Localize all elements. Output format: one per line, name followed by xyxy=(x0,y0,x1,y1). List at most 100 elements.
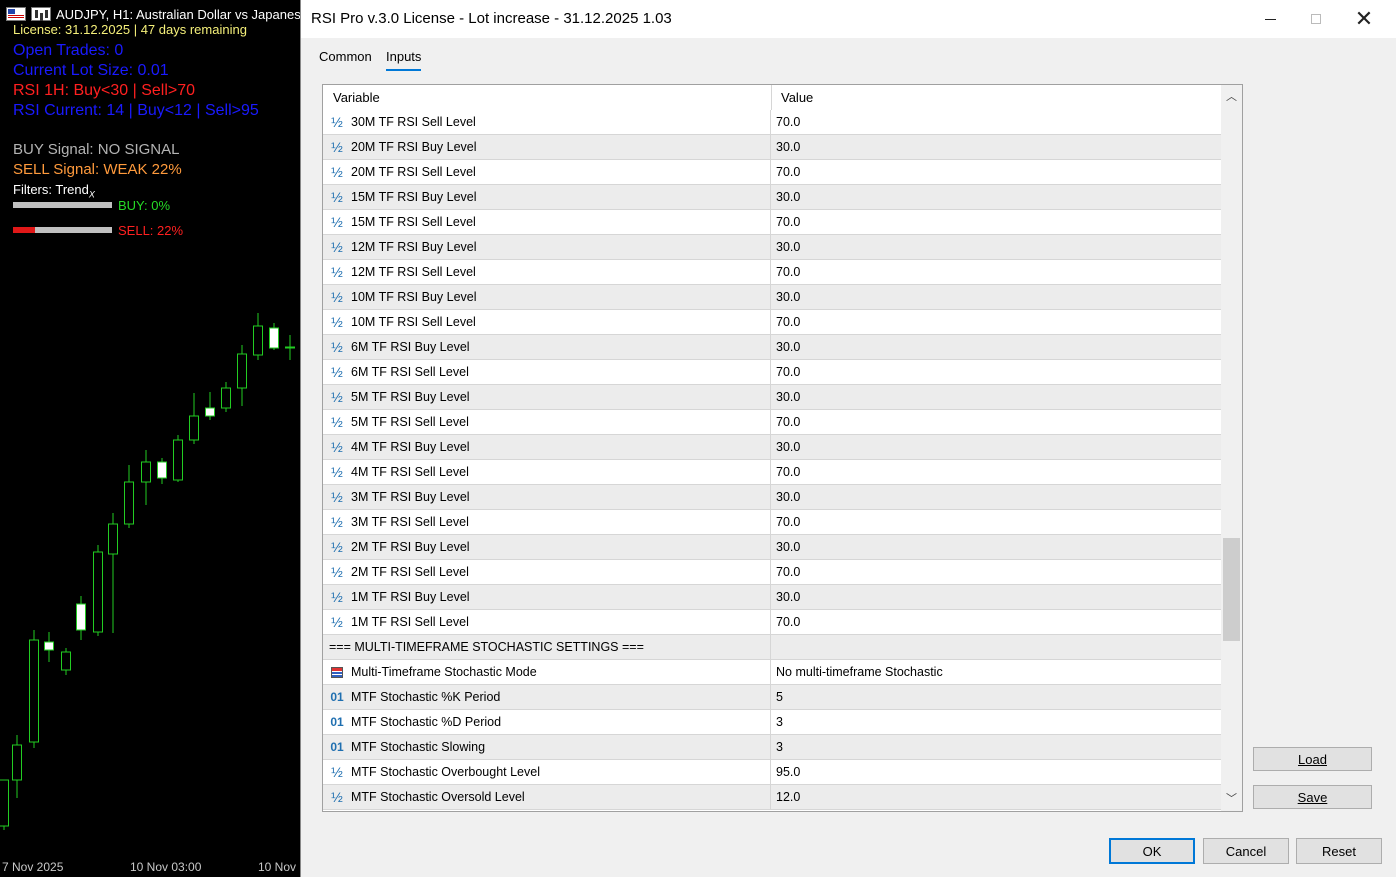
value-cell[interactable]: 3 xyxy=(771,710,1221,734)
price-chart[interactable]: AUDJPY, H1: Australian Dollar vs Japanes… xyxy=(0,0,300,877)
table-row[interactable]: ½ 5M TF RSI Buy Level 30.0 xyxy=(323,385,1221,410)
value-cell[interactable]: 70.0 xyxy=(771,610,1221,634)
table-row[interactable]: ½ 1M TF RSI Buy Level 30.0 xyxy=(323,585,1221,610)
variable-name: === MULTI-TIMEFRAME STOCHASTIC SETTINGS … xyxy=(329,640,644,654)
save-button[interactable]: Save xyxy=(1253,785,1372,809)
double-type-icon: ½ xyxy=(331,789,343,805)
table-row[interactable]: ½ 20M TF RSI Buy Level 30.0 xyxy=(323,135,1221,160)
value-cell[interactable]: 70.0 xyxy=(771,510,1221,534)
value-cell[interactable]: 70.0 xyxy=(771,160,1221,184)
load-button-label: Load xyxy=(1298,751,1327,767)
title-bar[interactable]: RSI Pro v.3.0 License - Lot increase - 3… xyxy=(301,0,1396,38)
filters-label: Filters: Trend xyxy=(13,182,89,197)
variable-name: 12M TF RSI Buy Level xyxy=(351,240,477,254)
variable-cell: ½ 15M TF RSI Buy Level xyxy=(323,185,771,209)
vertical-scrollbar[interactable]: ︿ ﹀ xyxy=(1221,85,1242,811)
table-row[interactable]: ½ 10M TF RSI Buy Level 30.0 xyxy=(323,285,1221,310)
table-row[interactable]: ½ 6M TF RSI Buy Level 30.0 xyxy=(323,335,1221,360)
table-row[interactable]: Multi-Timeframe Stochastic Mode No multi-… xyxy=(323,660,1221,685)
table-row[interactable]: ½ 2M TF RSI Buy Level 30.0 xyxy=(323,535,1221,560)
variable-cell: ½ 10M TF RSI Sell Level xyxy=(323,310,771,334)
variable-cell: 01 MTF Stochastic Slowing xyxy=(323,735,771,759)
table-row[interactable]: ½ 10M TF RSI Sell Level 70.0 xyxy=(323,310,1221,335)
save-button-label: Save xyxy=(1297,789,1328,805)
double-type-icon: ½ xyxy=(331,764,343,780)
rsi-1h-text: RSI 1H: Buy<30 | Sell>70 xyxy=(13,82,196,99)
table-row[interactable]: 01 MTF Stochastic %D Period 3 xyxy=(323,710,1221,735)
value-cell[interactable]: 70.0 xyxy=(771,110,1221,134)
column-divider[interactable] xyxy=(771,85,772,110)
inputs-table[interactable]: Variable Value ½ 30M TF RSI Sell Level 70.… xyxy=(322,84,1243,812)
enum-type-icon xyxy=(331,666,343,678)
table-row[interactable]: ½ 3M TF RSI Buy Level 30.0 xyxy=(323,485,1221,510)
table-row[interactable]: ½ 15M TF RSI Sell Level 70.0 xyxy=(323,210,1221,235)
scroll-up-icon[interactable]: ︿ xyxy=(1221,87,1242,107)
variable-name: 6M TF RSI Sell Level xyxy=(351,365,469,379)
value-cell[interactable]: No multi-timeframe Stochastic xyxy=(771,660,1221,684)
value-cell[interactable]: 30.0 xyxy=(771,335,1221,359)
value-cell[interactable]: 30.0 xyxy=(771,535,1221,559)
filters-mark: X xyxy=(88,189,95,200)
value-cell[interactable]: 5 xyxy=(771,685,1221,709)
table-row[interactable]: ½ 6M TF RSI Sell Level 70.0 xyxy=(323,360,1221,385)
variable-cell: ½ MTF Stochastic Oversold Level xyxy=(323,785,771,809)
table-row[interactable]: ½ 30M TF RSI Sell Level 70.0 xyxy=(323,110,1221,135)
column-header-value[interactable]: Value xyxy=(781,90,813,105)
cancel-button[interactable]: Cancel xyxy=(1203,838,1289,864)
table-row[interactable]: ½ 5M TF RSI Sell Level 70.0 xyxy=(323,410,1221,435)
chart-type-icon[interactable] xyxy=(31,7,51,21)
value-cell[interactable]: 70.0 xyxy=(771,460,1221,484)
variable-cell: ½ 1M TF RSI Sell Level xyxy=(323,610,771,634)
table-row[interactable]: ½ 4M TF RSI Buy Level 30.0 xyxy=(323,435,1221,460)
table-row[interactable]: 01 MTF Stochastic %K Period 5 xyxy=(323,685,1221,710)
table-row[interactable]: ½ 15M TF RSI Buy Level 30.0 xyxy=(323,185,1221,210)
value-cell[interactable]: 70.0 xyxy=(771,410,1221,434)
value-cell[interactable]: 30.0 xyxy=(771,485,1221,509)
candle-body xyxy=(44,641,54,651)
table-row[interactable]: ½ 4M TF RSI Sell Level 70.0 xyxy=(323,460,1221,485)
variable-name: 20M TF RSI Buy Level xyxy=(351,140,477,154)
value-cell[interactable]: 12.0 xyxy=(771,785,1221,809)
reset-button[interactable]: Reset xyxy=(1296,838,1382,864)
value-cell[interactable]: 70.0 xyxy=(771,210,1221,234)
value-cell[interactable]: 3 xyxy=(771,735,1221,759)
table-row[interactable]: ½ 1M TF RSI Sell Level 70.0 xyxy=(323,610,1221,635)
table-row[interactable]: ½ MTF Stochastic Overbought Level 95.0 xyxy=(323,760,1221,785)
value-cell[interactable]: 30.0 xyxy=(771,235,1221,259)
table-row[interactable]: ½ 3M TF RSI Sell Level 70.0 xyxy=(323,510,1221,535)
integer-type-icon: 01 xyxy=(330,715,344,729)
scroll-down-icon[interactable]: ﹀ xyxy=(1221,789,1242,809)
table-row[interactable]: ½ 20M TF RSI Sell Level 70.0 xyxy=(323,160,1221,185)
value-cell[interactable]: 70.0 xyxy=(771,310,1221,334)
variable-cell: ½ 10M TF RSI Buy Level xyxy=(323,285,771,309)
tab-inputs[interactable]: Inputs xyxy=(386,49,422,71)
table-row[interactable]: === MULTI-TIMEFRAME STOCHASTIC SETTINGS … xyxy=(323,635,1221,660)
column-header-variable[interactable]: Variable xyxy=(333,90,380,105)
tab-common[interactable]: Common xyxy=(319,49,372,64)
value-cell[interactable]: 30.0 xyxy=(771,135,1221,159)
variable-cell: ½ 2M TF RSI Sell Level xyxy=(323,560,771,584)
table-row[interactable]: ½ 2M TF RSI Sell Level 70.0 xyxy=(323,560,1221,585)
value-cell[interactable]: 70.0 xyxy=(771,560,1221,584)
table-row[interactable]: ½ 12M TF RSI Sell Level 70.0 xyxy=(323,260,1221,285)
value-cell[interactable]: 70.0 xyxy=(771,260,1221,284)
variable-cell: ½ 6M TF RSI Sell Level xyxy=(323,360,771,384)
scroll-thumb[interactable] xyxy=(1223,538,1240,641)
ok-button[interactable]: OK xyxy=(1109,838,1195,864)
value-cell[interactable]: 30.0 xyxy=(771,185,1221,209)
load-button[interactable]: Load xyxy=(1253,747,1372,771)
table-row[interactable]: ½ MTF Stochastic Oversold Level 12.0 xyxy=(323,785,1221,810)
value-cell[interactable]: 30.0 xyxy=(771,385,1221,409)
value-cell[interactable]: 30.0 xyxy=(771,585,1221,609)
table-row[interactable]: ½ 12M TF RSI Buy Level 30.0 xyxy=(323,235,1221,260)
table-row[interactable]: 01 MTF Stochastic Slowing 3 xyxy=(323,735,1221,760)
value-cell[interactable]: 70.0 xyxy=(771,360,1221,384)
minimize-icon xyxy=(1264,18,1276,20)
value-cell[interactable]: 95.0 xyxy=(771,760,1221,784)
integer-type-icon: 01 xyxy=(330,690,344,704)
value-cell[interactable] xyxy=(771,635,1221,659)
minimize-button[interactable] xyxy=(1247,0,1293,38)
value-cell[interactable]: 30.0 xyxy=(771,435,1221,459)
close-button[interactable]: ✕ xyxy=(1341,0,1387,38)
value-cell[interactable]: 30.0 xyxy=(771,285,1221,309)
